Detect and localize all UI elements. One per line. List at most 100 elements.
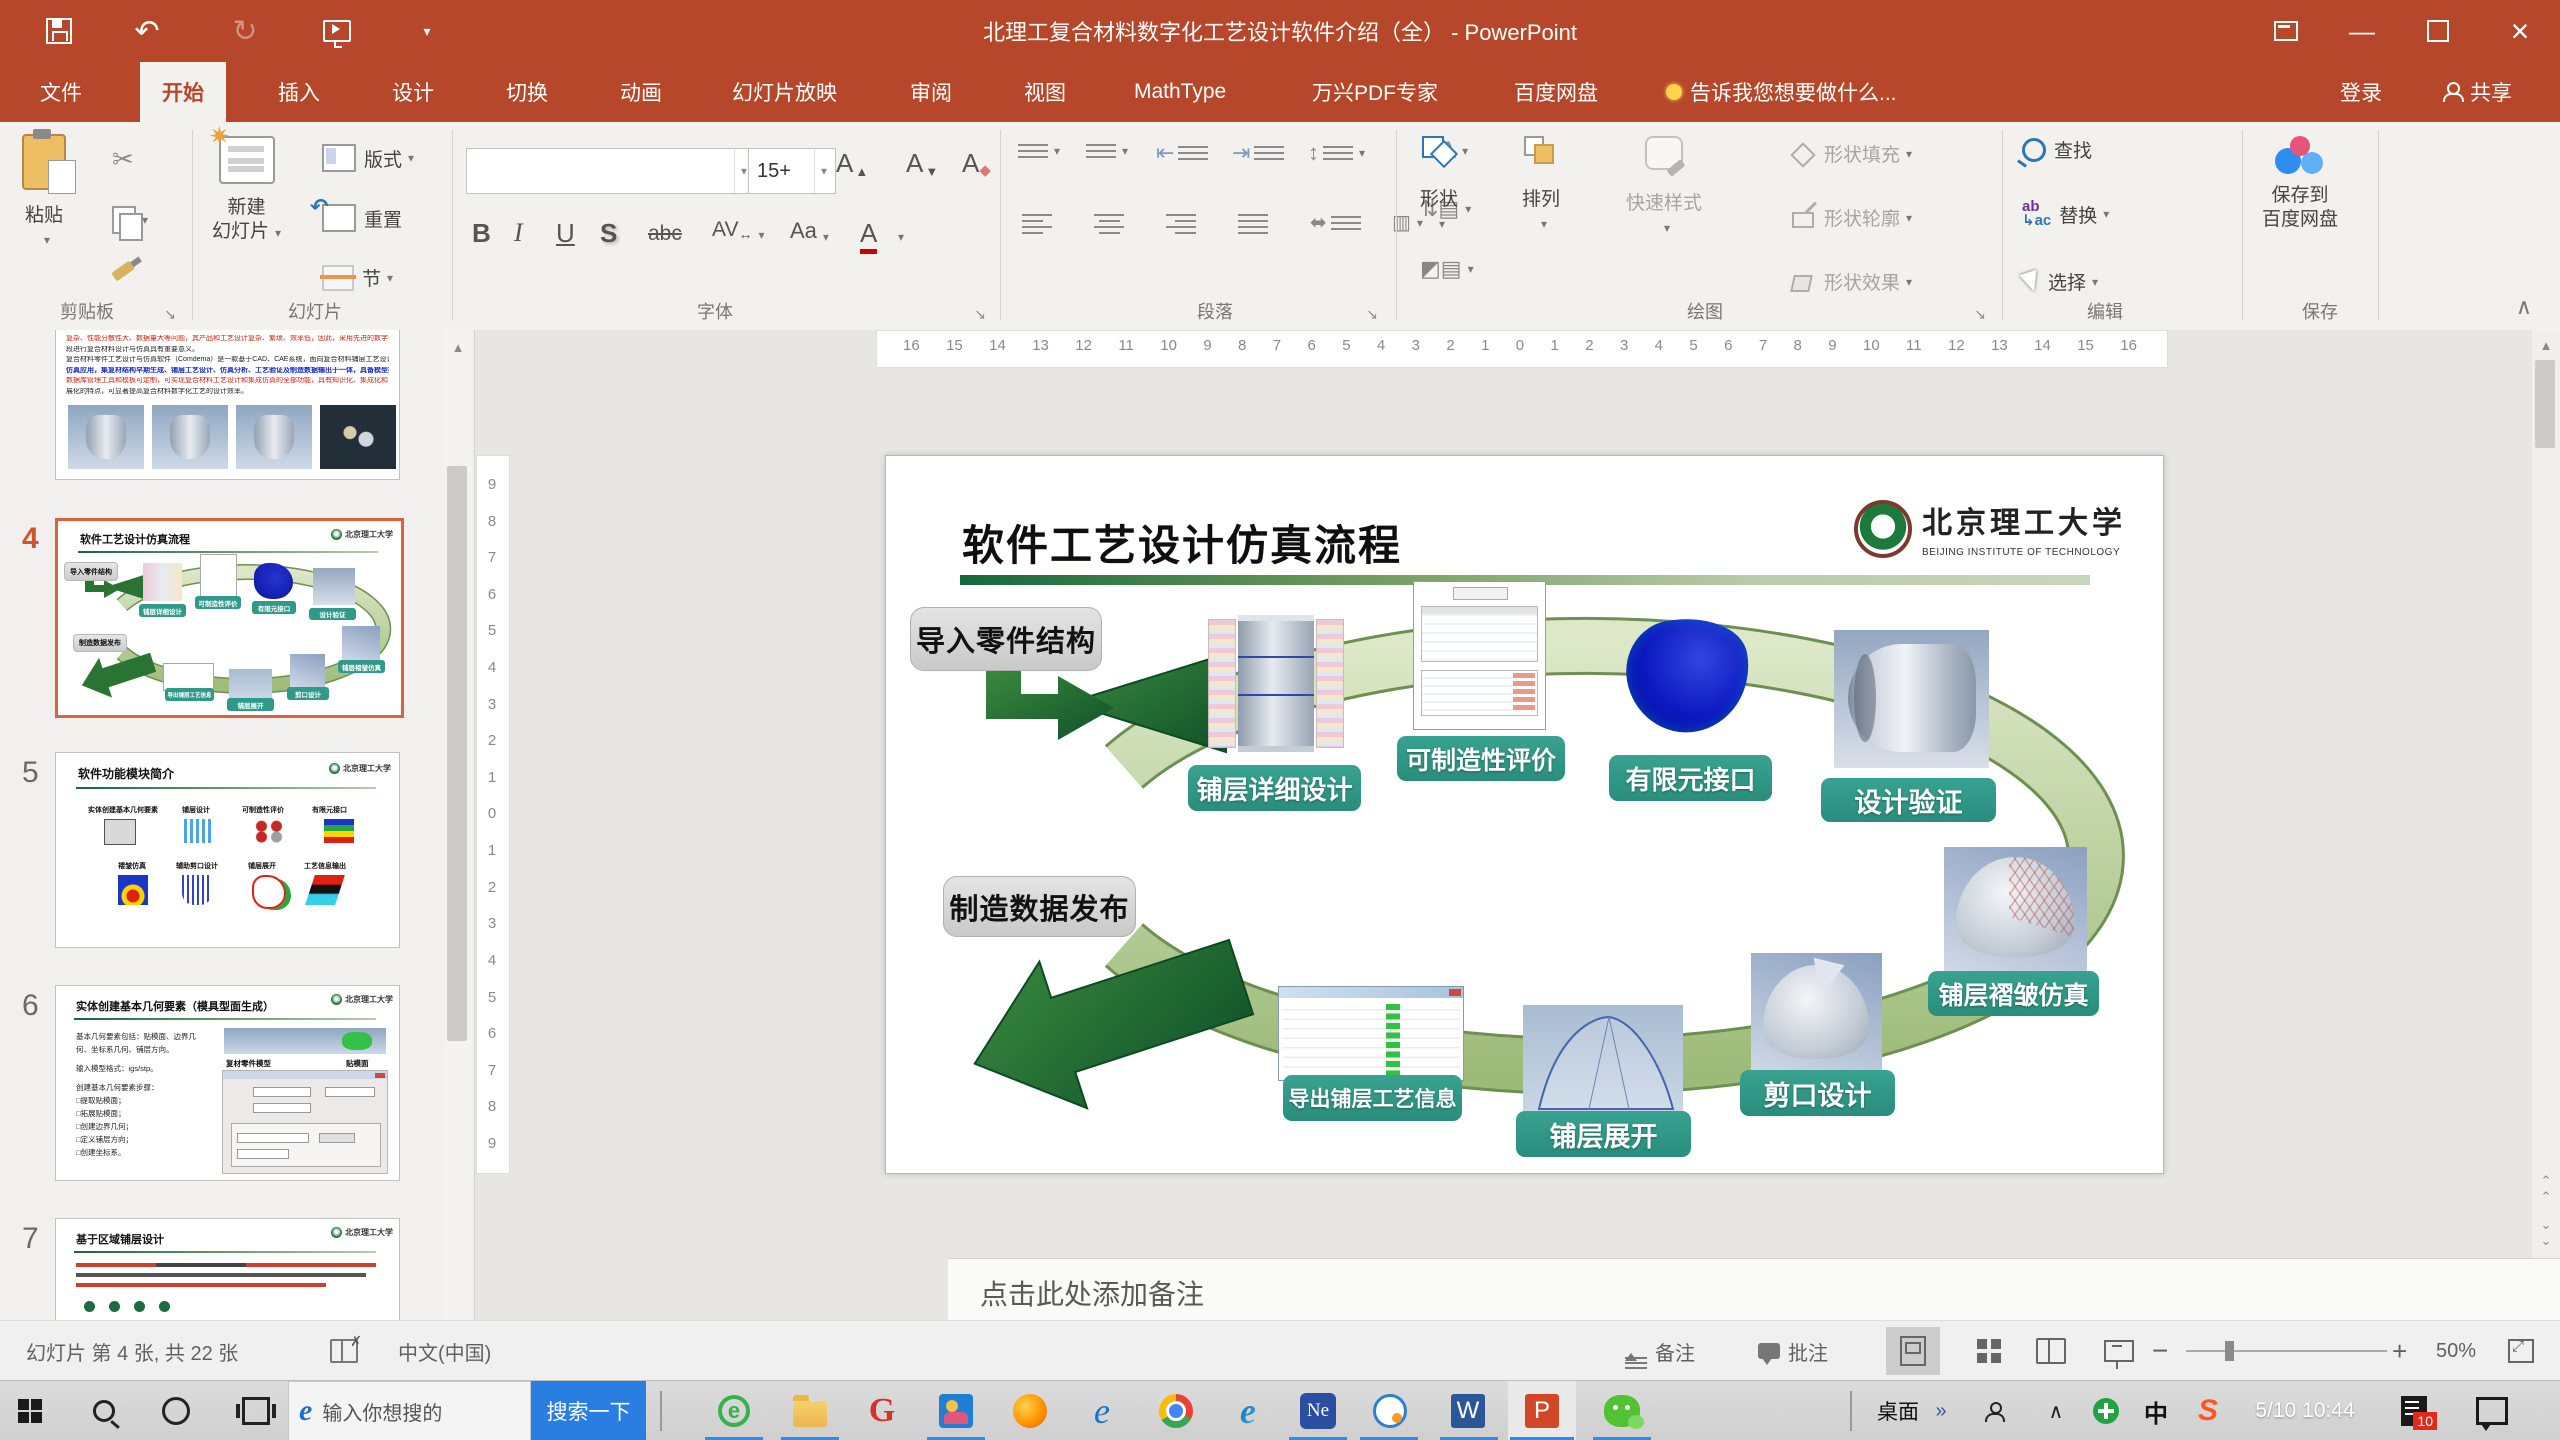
tab-design[interactable]: 设计	[370, 62, 456, 122]
tray-antivirus-icon[interactable]	[2080, 1381, 2132, 1440]
slide-canvas[interactable]: 软件工艺设计仿真流程 北京理工大学 BEIJING INSTITUTE OF T…	[885, 455, 2164, 1174]
format-painter-button[interactable]	[112, 266, 134, 276]
shape-fill-button[interactable]: 形状填充▾	[1790, 140, 1912, 167]
zoom-in-button[interactable]: +	[2392, 1321, 2407, 1381]
change-case-button[interactable]: Aa▾	[790, 218, 829, 244]
tray-hidden-icons-chevron[interactable]: ∧	[2030, 1381, 2082, 1440]
taskbar-search-box[interactable]: e 输入你想搜的	[288, 1381, 531, 1440]
slide-sorter-view-button[interactable]	[1962, 1327, 2016, 1375]
app-icon-edge[interactable]: e	[1222, 1381, 1274, 1440]
share-button[interactable]: 共享	[2420, 62, 2534, 122]
notes-pane[interactable]: 点击此处添加备注	[948, 1258, 2560, 1321]
main-scrollbar-thumb[interactable]	[2535, 360, 2555, 448]
zoom-slider-track[interactable]	[2186, 1350, 2387, 1352]
copy-button[interactable]: ▾	[112, 206, 148, 234]
app-icon-file-explorer[interactable]	[784, 1381, 836, 1440]
language-indicator[interactable]: 中文(中国)	[398, 1321, 491, 1381]
action-center-icon[interactable]	[2466, 1381, 2518, 1440]
save-icon[interactable]	[40, 12, 78, 50]
zoom-slider-thumb[interactable]	[2225, 1341, 2234, 1361]
zoom-out-button[interactable]: −	[2152, 1321, 2168, 1381]
app-icon-360-browser[interactable]: e	[708, 1381, 760, 1440]
decrease-indent-button[interactable]: ⇤	[1156, 140, 1208, 166]
slideshow-view-button[interactable]	[2092, 1327, 2146, 1375]
new-slide-button[interactable]: 新建 幻灯片▾	[212, 136, 281, 245]
notes-placeholder[interactable]: 点击此处添加备注	[980, 1273, 1204, 1313]
tray-sogou-icon[interactable]: S	[2182, 1381, 2234, 1440]
main-scrollbar[interactable]: ▲ ⌃⌃ ⌄⌄	[2532, 330, 2560, 1258]
task-view-icon[interactable]	[230, 1381, 282, 1440]
fit-to-window-button[interactable]	[2508, 1321, 2534, 1381]
tab-animations[interactable]: 动画	[598, 62, 684, 122]
justify-button[interactable]	[1238, 210, 1268, 238]
character-spacing-button[interactable]: AV↔▾	[712, 218, 765, 242]
distribute-columns-button[interactable]: ⬌	[1310, 210, 1361, 235]
tab-slideshow[interactable]: 幻灯片放映	[710, 62, 859, 122]
app-icon-word[interactable]: W	[1442, 1381, 1494, 1440]
tab-mathtype[interactable]: MathType	[1112, 62, 1248, 122]
drawing-dialog-launcher[interactable]: ↘	[1968, 302, 1992, 326]
font-size-combobox[interactable]: 15+▾	[748, 148, 836, 194]
search-go-button[interactable]: 搜索一下	[531, 1381, 646, 1440]
shape-outline-button[interactable]: 形状轮廓▾	[1790, 204, 1912, 231]
reset-button[interactable]: 重置	[322, 204, 402, 232]
app-icon-netease[interactable]: Ne	[1292, 1381, 1344, 1440]
maximize-icon[interactable]	[2404, 0, 2472, 62]
increase-font-size-button[interactable]: A▲	[836, 148, 868, 179]
align-left-button[interactable]	[1022, 210, 1052, 238]
close-icon[interactable]: ×	[2486, 0, 2554, 62]
app-icon-photos[interactable]	[930, 1381, 982, 1440]
thumbnail-slide-7[interactable]: 基于区域铺层设计 北京理工大学	[55, 1218, 400, 1320]
tab-insert[interactable]: 插入	[256, 62, 342, 122]
thumbnail-scrollbar[interactable]: ▲	[444, 330, 472, 1320]
main-scroll-up-icon[interactable]: ▲	[2533, 332, 2559, 358]
align-center-button[interactable]	[1094, 210, 1124, 238]
thumbnail-scrollbar-thumb[interactable]	[447, 466, 467, 1041]
shape-effects-button[interactable]: 形状效果▾	[1790, 268, 1912, 295]
app-icon-wechat[interactable]	[1596, 1381, 1648, 1440]
app-icon-q-browser[interactable]	[1364, 1381, 1416, 1440]
font-name-combobox[interactable]: ▾	[466, 148, 756, 194]
zoom-percentage[interactable]: 50%	[2436, 1321, 2476, 1381]
line-spacing-button[interactable]: ↕▾	[1308, 140, 1365, 166]
tray-people-icon[interactable]	[1968, 1381, 2020, 1440]
customize-quick-access-icon[interactable]: ▾	[408, 12, 446, 50]
thumbnail-slide-5[interactable]: 软件功能模块简介 北京理工大学 实体创建基本几何要素 铺层设计 可制造性评价 有…	[55, 752, 400, 948]
paste-button[interactable]: 粘贴 ▾	[22, 134, 66, 252]
editing-canvas[interactable]: 1615141312111098765432101234567891011121…	[474, 330, 2560, 1320]
thumbnail-scroll-up-icon[interactable]: ▲	[445, 334, 471, 360]
decrease-font-size-button[interactable]: A▼	[906, 148, 938, 179]
app-icon-powerpoint[interactable]: P	[1516, 1381, 1568, 1440]
shapes-button[interactable]: 形状▾	[1420, 136, 1458, 236]
section-button[interactable]: 节▾	[322, 264, 393, 291]
app-icon-firefox[interactable]	[1004, 1381, 1056, 1440]
app-icon-g[interactable]: G	[856, 1381, 908, 1440]
start-button[interactable]	[4, 1381, 56, 1440]
underline-button[interactable]: U	[556, 218, 575, 249]
bullets-button[interactable]: ▾	[1018, 140, 1060, 162]
reading-view-button[interactable]	[2024, 1327, 2078, 1375]
previous-slide-button[interactable]: ⌃⌃	[2533, 1176, 2559, 1202]
start-slideshow-icon[interactable]	[318, 12, 356, 50]
taskbar-search-icon[interactable]	[78, 1381, 130, 1440]
spellcheck-icon[interactable]	[330, 1321, 358, 1381]
find-button[interactable]: 查找	[2022, 136, 2092, 163]
italic-button[interactable]: I	[514, 218, 523, 248]
font-color-button[interactable]: A	[860, 218, 877, 254]
next-slide-button[interactable]: ⌄⌄	[2533, 1220, 2559, 1246]
ime-indicator[interactable]: 中	[2130, 1381, 2182, 1440]
normal-view-button[interactable]	[1886, 1327, 1940, 1375]
replace-button[interactable]: ab↳ac替换▾	[2022, 200, 2109, 228]
layout-button[interactable]: 版式▾	[322, 144, 414, 172]
bold-button[interactable]: B	[472, 218, 491, 249]
tab-wondershare-pdf[interactable]: 万兴PDF专家	[1290, 62, 1460, 122]
tell-me-box[interactable]: 告诉我您想要做什么...	[1644, 62, 1919, 122]
thumbnail-slide-6[interactable]: 实体创建基本几何要素（模具型面生成） 北京理工大学 基本几何要素包括：贴模面、边…	[55, 985, 400, 1181]
select-button[interactable]: 选择▾	[2022, 268, 2098, 295]
thumbnail-slide-3[interactable]: 复杂、性能分散性大、数据量大等问题，其产品和工艺设计复杂、繁琐、效率低，因此，采…	[55, 330, 400, 480]
strikethrough-button[interactable]: abc	[648, 222, 682, 246]
tab-baidu-netdisk[interactable]: 百度网盘	[1492, 62, 1620, 122]
app-icon-chrome[interactable]	[1150, 1381, 1202, 1440]
collapse-ribbon-icon[interactable]: ∧	[2516, 294, 2532, 320]
cortana-icon[interactable]	[150, 1381, 202, 1440]
